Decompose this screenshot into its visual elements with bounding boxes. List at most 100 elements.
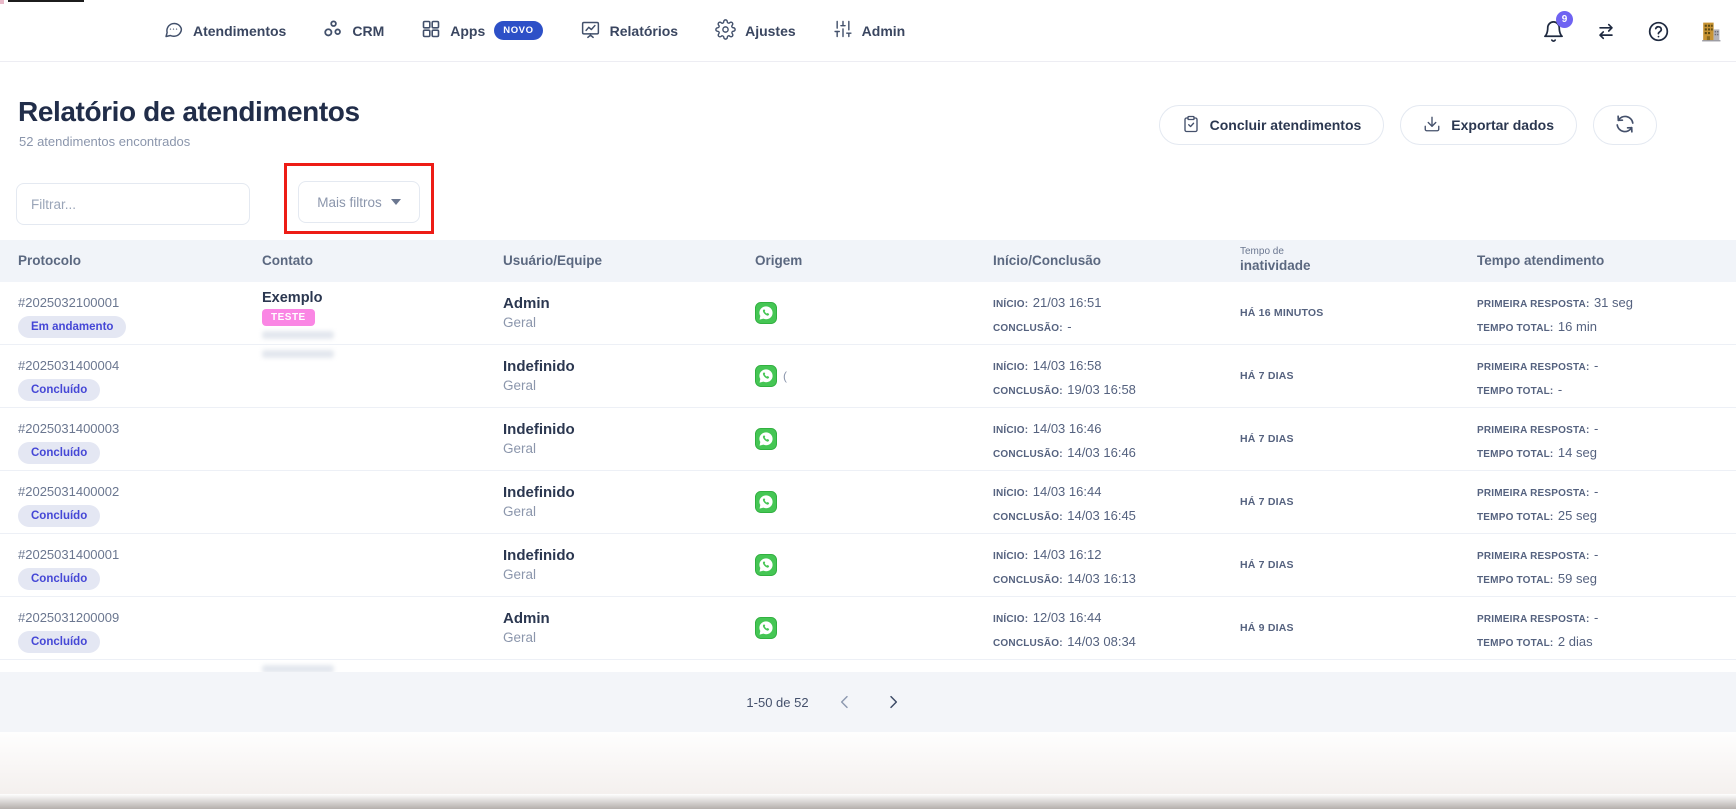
column-header-contato: Contato	[244, 240, 485, 282]
conclusao-line: CONCLUSÃO: 14/03 16:13	[993, 570, 1222, 588]
inatividade-value: HÁ 7 DIAS	[1240, 559, 1294, 571]
nav-label: Apps	[450, 23, 485, 39]
conclusao-line: CONCLUSÃO: 19/03 16:58	[993, 381, 1222, 399]
tempo-total-line: TEMPO TOTAL: 16 min	[1477, 318, 1736, 336]
next-page-button[interactable]	[881, 690, 905, 714]
inicio-value: 14/03 16:44	[1033, 484, 1102, 499]
inicio-value: 12/03 16:44	[1033, 610, 1102, 625]
tempo-total-value: 2 dias	[1558, 634, 1593, 649]
column-header-origem: Origem	[737, 240, 975, 282]
contact-name: Exemplo	[262, 282, 485, 306]
tempo-total-line: TEMPO TOTAL: 25 seg	[1477, 507, 1736, 525]
corner-artifact-line	[8, 0, 84, 2]
table-row[interactable]: #2025031400001 Concluído Indefinido Gera…	[0, 534, 1736, 597]
primeira-resposta-value: 31 seg	[1594, 295, 1633, 310]
nav-item-ajustes[interactable]: Ajustes	[715, 19, 796, 43]
table-row[interactable]: #2025031400003 Concluído Indefinido Gera…	[0, 408, 1736, 471]
tempo-total-line: TEMPO TOTAL: 14 seg	[1477, 444, 1736, 462]
whatsapp-icon	[755, 302, 777, 329]
contact-redacted-text	[262, 665, 334, 672]
table-row[interactable]: #2025031200009 Concluído Admin Geral	[0, 597, 1736, 660]
gear-icon	[715, 19, 736, 43]
export-label: Exportar dados	[1451, 117, 1554, 133]
nav-item-atendimentos[interactable]: Atendimentos	[163, 19, 286, 43]
primeira-resposta-value: -	[1594, 421, 1598, 436]
pagination-bar: 1-50 de 52	[0, 672, 1736, 732]
swap-arrows-icon[interactable]	[1594, 20, 1618, 42]
inatividade-value: HÁ 7 DIAS	[1240, 433, 1294, 445]
refresh-button[interactable]	[1593, 105, 1657, 145]
primeira-resposta-value: -	[1594, 358, 1598, 373]
page-title: Relatório de atendimentos	[18, 96, 360, 128]
inicio-value: 14/03 16:58	[1033, 358, 1102, 373]
help-icon[interactable]	[1647, 20, 1670, 43]
conclude-atendimentos-button[interactable]: Concluir atendimentos	[1159, 105, 1385, 145]
team-name: Geral	[503, 501, 737, 519]
table-row[interactable]: #2025031400002 Concluído Indefinido Gera…	[0, 471, 1736, 534]
notification-count-badge: 9	[1556, 11, 1573, 28]
whatsapp-icon	[755, 491, 777, 518]
company-building-icon[interactable]	[1699, 20, 1722, 43]
page-bottom-shadow	[0, 794, 1736, 809]
whatsapp-icon	[755, 554, 777, 581]
primeira-resposta-line: PRIMEIRA RESPOSTA: -	[1477, 546, 1736, 564]
origin-note: (	[783, 365, 787, 383]
column-header-usuario-equipe: Usuário/Equipe	[485, 240, 737, 282]
nav-label: Admin	[862, 23, 906, 39]
column-header-protocolo: Protocolo	[0, 240, 244, 282]
results-count: 52 atendimentos encontrados	[19, 134, 190, 149]
page-bottom-area	[0, 732, 1736, 794]
previous-page-button[interactable]	[833, 690, 857, 714]
more-filters-button[interactable]: Mais filtros	[298, 181, 420, 223]
table-row[interactable]: #2025031200008 Admin	[0, 660, 1736, 672]
clipboard-check-icon	[1182, 115, 1200, 136]
download-icon	[1423, 115, 1441, 136]
inicio-value: 14/03 16:46	[1033, 421, 1102, 436]
nav-item-relatorios[interactable]: Relatórios	[580, 19, 678, 43]
user-name: Indefinido	[503, 471, 737, 501]
chevron-down-icon	[391, 199, 401, 205]
team-name: Geral	[503, 564, 737, 582]
primeira-resposta-value: -	[1594, 610, 1598, 625]
tempo-total-value: 59 seg	[1558, 571, 1597, 586]
user-name: Admin	[503, 660, 737, 672]
export-data-button[interactable]: Exportar dados	[1400, 105, 1577, 145]
column-header-tempo-inatividade: Tempo de inatividade	[1222, 240, 1459, 282]
search-input[interactable]	[16, 183, 250, 225]
tempo-total-value: 25 seg	[1558, 508, 1597, 523]
primeira-resposta-line: PRIMEIRA RESPOSTA: 31 seg	[1477, 294, 1736, 312]
tempo-total-line: TEMPO TOTAL: -	[1477, 381, 1736, 399]
conclusao-line: CONCLUSÃO: -	[993, 318, 1222, 336]
inicio-value: 21/03 16:51	[1033, 295, 1102, 310]
inatividade-value: HÁ 7 DIAS	[1240, 370, 1294, 382]
primeira-resposta-line: PRIMEIRA RESPOSTA: -	[1477, 357, 1736, 375]
refresh-icon	[1614, 113, 1636, 138]
table-row[interactable]: #2025032100001 Em andamento Exemplo TEST…	[0, 282, 1736, 345]
nav-item-apps[interactable]: Apps NOVO	[421, 19, 542, 42]
conclusao-line: CONCLUSÃO: 14/03 16:45	[993, 507, 1222, 525]
notifications-bell-icon[interactable]: 9	[1542, 20, 1565, 43]
table-row[interactable]: #2025031400004 Concluído Indefinido Gera…	[0, 345, 1736, 408]
chat-bubble-icon	[163, 19, 184, 43]
tempo-total-line: TEMPO TOTAL: 2 dias	[1477, 633, 1736, 651]
top-nav-bar: Atendimentos CRM Apps NOVO	[0, 0, 1736, 62]
team-name: Geral	[503, 375, 737, 393]
whatsapp-icon	[755, 365, 777, 392]
header-actions: Concluir atendimentos Exportar dados	[1159, 105, 1657, 145]
primeira-resposta-value: -	[1594, 547, 1598, 562]
status-badge: Concluído	[18, 379, 100, 401]
column-header-tempo-atendimento: Tempo atendimento	[1459, 240, 1736, 282]
nav-item-crm[interactable]: CRM	[323, 19, 384, 42]
inicio-line: INÍCIO: 12/03 16:44	[993, 609, 1222, 627]
nav-item-admin[interactable]: Admin	[833, 19, 906, 42]
more-filters-label: Mais filtros	[317, 195, 382, 210]
primeira-resposta-line: PRIMEIRA RESPOSTA: -	[1477, 483, 1736, 501]
inicio-line: INÍCIO: 21/03 16:51	[993, 294, 1222, 312]
protocol-number: #2025031200009	[18, 597, 244, 625]
whatsapp-icon	[755, 428, 777, 455]
primeira-resposta-line: PRIMEIRA RESPOSTA: -	[1477, 420, 1736, 438]
protocol-number: #2025031400003	[18, 408, 244, 436]
team-name: Geral	[503, 627, 737, 645]
status-badge: Concluído	[18, 568, 100, 590]
novo-badge: NOVO	[494, 21, 542, 40]
